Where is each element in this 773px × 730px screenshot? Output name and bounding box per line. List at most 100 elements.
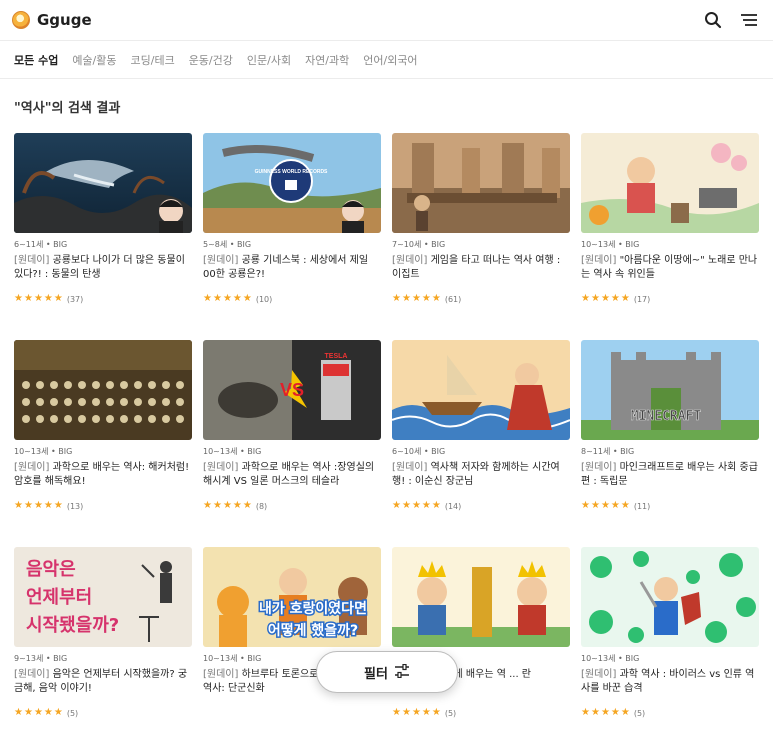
class-thumbnail: [14, 133, 192, 233]
star-icon: ★: [411, 500, 421, 511]
class-card[interactable]: 음악은 언제부터 시작됐을까? 9~13세 • BIG [원데이] 음악은 언제…: [14, 547, 192, 730]
class-meta: 9~13세 • BIG: [14, 654, 68, 663]
star-rating: ★ ★ ★ ★ ★ (11): [581, 501, 759, 511]
class-card[interactable]: 6~11세 • BIG [원데이] 공룡보다 나이가 더 많은 동물이 있다?!…: [14, 133, 192, 340]
star-icon: ★: [411, 293, 421, 304]
star-icon: ★: [401, 707, 411, 718]
tab-language[interactable]: 언어/외국어: [363, 52, 417, 68]
menu-icon[interactable]: [739, 10, 759, 30]
star-icon: ★: [222, 500, 232, 511]
tiger-text-1: 내가 호랑이였다면: [259, 600, 367, 617]
star-icon: ★: [43, 293, 53, 304]
star-icon: ★: [203, 293, 212, 304]
class-title: [원데이] 과학으로 배우는 역사 :장영실의 해시계 VS 일론 머스크의 테…: [203, 462, 375, 487]
star-icon: ★: [610, 707, 620, 718]
tab-coding-tech[interactable]: 코딩/테크: [131, 52, 175, 68]
class-title: [원데이] 과학으로 배우는 역사: 해커처럼! 암호를 해독해요!: [14, 462, 190, 487]
class-card[interactable]: MINECRAFT 8~11세 • BIG [원데이] 마인크래프트로 배우는 …: [581, 340, 759, 547]
vs-text: VS: [280, 380, 304, 400]
tiger-text-2: 어떻게 했을까?: [268, 622, 358, 639]
class-thumbnail: [581, 547, 759, 647]
star-icon: ★: [53, 500, 63, 511]
filter-label: 필터: [364, 666, 388, 682]
review-count: (10): [255, 294, 273, 304]
star-icon: ★: [14, 500, 23, 511]
class-meta: 10~13세 • BIG: [203, 447, 262, 456]
class-card[interactable]: 6~10세 • BIG [원데이] 역사책 저자와 함께하는 시간여행! : 이…: [392, 340, 570, 547]
class-thumbnail: [392, 340, 570, 440]
class-card[interactable]: 10~13세 • BIG [원데이] 과학 역사 : 바이러스 vs 인류 역사…: [581, 547, 759, 730]
brand[interactable]: Gguge: [12, 11, 92, 29]
review-count: (37): [66, 294, 84, 304]
star-icon: ★: [14, 293, 23, 304]
star-icon: ★: [581, 707, 590, 718]
filter-button[interactable]: 필터: [316, 651, 458, 693]
minecraft-text: MINECRAFT: [631, 409, 702, 424]
category-tabs: 모든 수업 예술/활동 코딩/테크 운동/건강 인문/사회 자연/과학 언어/외…: [0, 41, 773, 79]
class-meta: 10~13세 • BIG: [14, 447, 73, 456]
class-card[interactable]: TESLA VS 10~13세 • BIG [원데이] 과학으로 배우는 역사 …: [203, 340, 381, 547]
tab-art-activity[interactable]: 예술/활동: [72, 52, 116, 68]
star-icon: ★: [431, 707, 441, 718]
review-count: (5): [633, 708, 646, 718]
class-card[interactable]: GUINNESS WORLD RECORDS 5~8세 • BIG [원데이] …: [203, 133, 381, 340]
header-actions: [703, 10, 761, 30]
class-thumbnail: [392, 547, 570, 647]
star-rating: ★ ★ ★ ★ ★ (17): [581, 294, 759, 304]
star-icon: ★: [43, 500, 53, 511]
class-thumbnail: MINECRAFT: [581, 340, 759, 440]
star-icon: ★: [33, 707, 43, 718]
star-icon: ★: [610, 293, 620, 304]
tab-nature-science[interactable]: 자연/과학: [305, 52, 349, 68]
star-rating: ★ ★ ★ ★ ★ (13): [14, 501, 192, 511]
star-icon: ★: [421, 293, 431, 304]
star-icon: ★: [590, 293, 600, 304]
star-icon: ★: [581, 293, 590, 304]
tab-humanities-social[interactable]: 인문/사회: [247, 52, 291, 68]
class-card[interactable]: 내가 호랑이였다면 어떻게 했을까? 10~13세 • BIG [원데이] 하브…: [203, 547, 381, 730]
class-thumbnail: 내가 호랑이였다면 어떻게 했을까?: [203, 547, 381, 647]
star-icon: ★: [411, 707, 421, 718]
star-icon: ★: [620, 707, 630, 718]
review-count: (61): [444, 294, 462, 304]
search-result-title: "역사"의 검색 결과: [14, 101, 121, 116]
review-count: (13): [66, 501, 84, 511]
class-card[interactable]: 타 토론으로 쉽게 배우는 역 ... 란 ★ ★ ★ ★ ★ (5): [392, 547, 570, 730]
star-icon: ★: [392, 293, 401, 304]
review-count: (5): [66, 708, 79, 718]
class-meta: 5~8세 • BIG: [203, 240, 252, 249]
class-card[interactable]: 10~13세 • BIG [원데이] 과학으로 배우는 역사: 해커처럼! 암호…: [14, 340, 192, 547]
class-card[interactable]: 7~10세 • BIG [원데이] 게임을 타고 떠나는 역사 여행 : 이집트…: [392, 133, 570, 340]
brand-name: Gguge: [37, 11, 92, 29]
class-title: [원데이] 과학 역사 : 바이러스 vs 인류 역사를 바꾼 습격: [581, 669, 755, 694]
star-rating: ★ ★ ★ ★ ★ (5): [392, 708, 570, 718]
app-header: Gguge: [0, 0, 773, 41]
class-title: [원데이] 역사책 저자와 함께하는 시간여행! : 이순신 장군님: [392, 462, 560, 487]
music-text-1: 음악은: [26, 559, 76, 580]
star-icon: ★: [14, 707, 23, 718]
class-card[interactable]: 10~13세 • BIG [원데이] "아름다운 이땅에~" 노래로 만나는 역…: [581, 133, 759, 340]
star-icon: ★: [23, 707, 33, 718]
class-grid: 6~11세 • BIG [원데이] 공룡보다 나이가 더 많은 동물이 있다?!…: [14, 133, 760, 730]
class-meta: 6~11세 • BIG: [14, 240, 68, 249]
class-title: [원데이] 공룡 기네스북 : 세상에서 제일 00한 공룡은?!: [203, 255, 369, 280]
search-icon[interactable]: [703, 10, 723, 30]
star-icon: ★: [620, 293, 630, 304]
class-thumbnail: [392, 133, 570, 233]
star-icon: ★: [620, 500, 630, 511]
tab-sports-health[interactable]: 운동/건강: [189, 52, 233, 68]
star-icon: ★: [222, 293, 232, 304]
tab-all-classes[interactable]: 모든 수업: [14, 52, 58, 68]
class-thumbnail: 음악은 언제부터 시작됐을까?: [14, 547, 192, 647]
star-rating: ★ ★ ★ ★ ★ (37): [14, 294, 192, 304]
star-icon: ★: [23, 500, 33, 511]
star-icon: ★: [53, 707, 63, 718]
class-thumbnail: [14, 340, 192, 440]
music-text-3: 시작됐을까?: [26, 615, 119, 636]
star-icon: ★: [33, 293, 43, 304]
class-meta: 8~11세 • BIG: [581, 447, 635, 456]
star-rating: ★ ★ ★ ★ ★ (5): [14, 708, 192, 718]
star-icon: ★: [401, 293, 411, 304]
star-rating: ★ ★ ★ ★ ★ (61): [392, 294, 570, 304]
tesla-text: TESLA: [325, 353, 348, 360]
